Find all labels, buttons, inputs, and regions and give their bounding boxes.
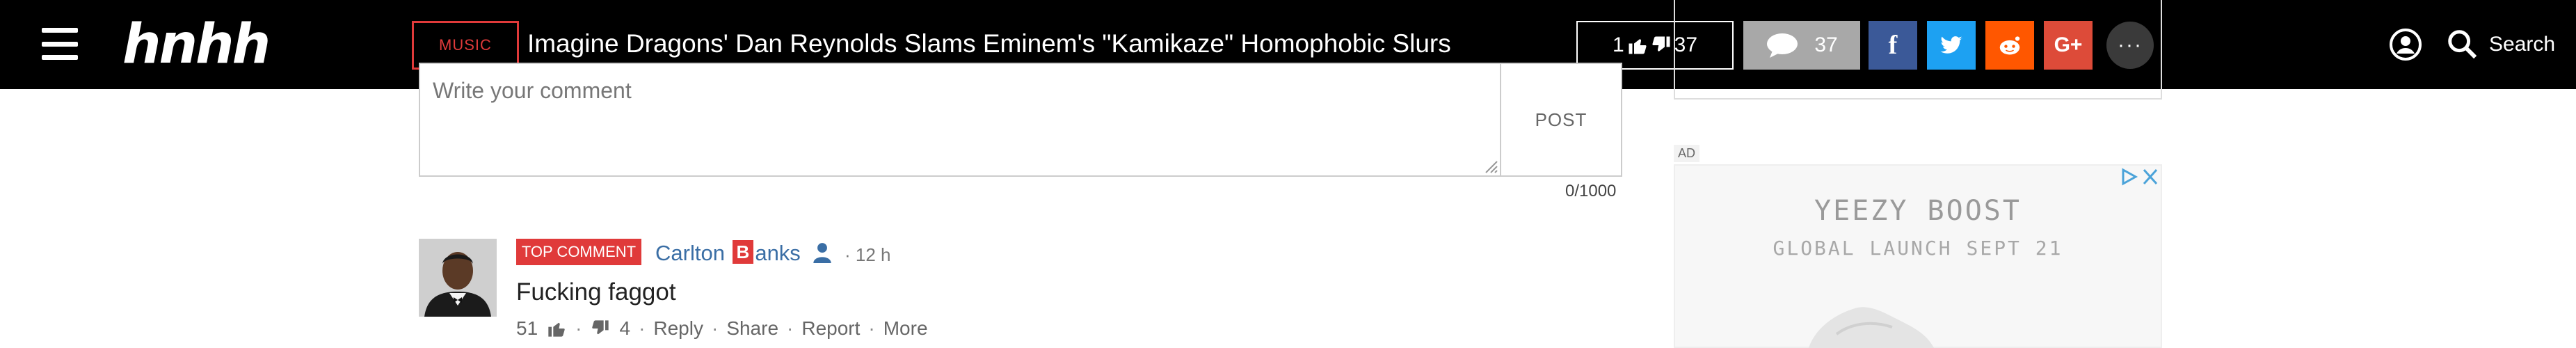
search-label[interactable]: Search	[2489, 32, 2555, 57]
resize-grip-icon[interactable]	[1483, 159, 1498, 174]
separator: ·	[639, 317, 646, 339]
comment-placeholder: Write your comment	[433, 78, 632, 103]
avatar-portrait-icon	[419, 239, 497, 317]
more-link[interactable]: More	[883, 317, 928, 340]
user-profile-icon	[813, 243, 831, 263]
ad-subtitle: GLOBAL LAUNCH SEPT 21	[1773, 237, 2063, 260]
thumbs-up-icon[interactable]	[546, 319, 567, 338]
user-account-icon[interactable]	[2389, 28, 2422, 61]
share-link[interactable]: Share	[726, 317, 778, 340]
character-counter: 0/1000	[1565, 182, 1617, 200]
thumbs-down-icon[interactable]	[1651, 35, 1672, 56]
comment-dislike-count: 4	[619, 317, 631, 339]
post-button[interactable]: POST	[1501, 63, 1622, 177]
separator: ·	[868, 317, 875, 339]
report-link[interactable]: Report	[801, 317, 860, 340]
separator: ·	[711, 317, 719, 339]
comment-author-link[interactable]: Carlton Banks	[655, 240, 801, 267]
author-name-part: anks	[755, 241, 801, 265]
thumbs-down-icon[interactable]	[590, 319, 611, 338]
avatar[interactable]	[419, 239, 497, 317]
comment-body: Fucking faggot	[516, 278, 676, 306]
ad-title: YEEZY BOOST	[1814, 195, 2022, 227]
ad-choices-icon[interactable]	[2119, 166, 2161, 188]
separator: ·	[575, 317, 582, 339]
top-comment-badge: TOP COMMENT	[516, 239, 641, 265]
author-initial-badge: B	[732, 240, 754, 264]
like-count: 1	[1612, 33, 1624, 56]
comment-timestamp: · 12 h	[845, 244, 891, 265]
menu-icon[interactable]	[42, 28, 78, 60]
author-name-part: Carlton	[655, 241, 731, 265]
site-logo[interactable]: hnhh	[122, 15, 271, 74]
search-icon[interactable]	[2446, 28, 2478, 60]
article-headline: Imagine Dragons' Dan Reynolds Slams Emin…	[527, 29, 1451, 58]
thumbs-up-icon[interactable]	[1627, 35, 1648, 56]
separator: ·	[787, 317, 794, 339]
comment-actions: 51 · 4 · Reply · Share · Report · More	[516, 317, 928, 340]
ad-label: AD	[1674, 145, 1700, 162]
sneaker-image	[1809, 307, 1934, 348]
sidebar-widget	[1674, 0, 2162, 100]
reply-link[interactable]: Reply	[653, 317, 703, 340]
comment-like-count: 51	[516, 317, 538, 339]
